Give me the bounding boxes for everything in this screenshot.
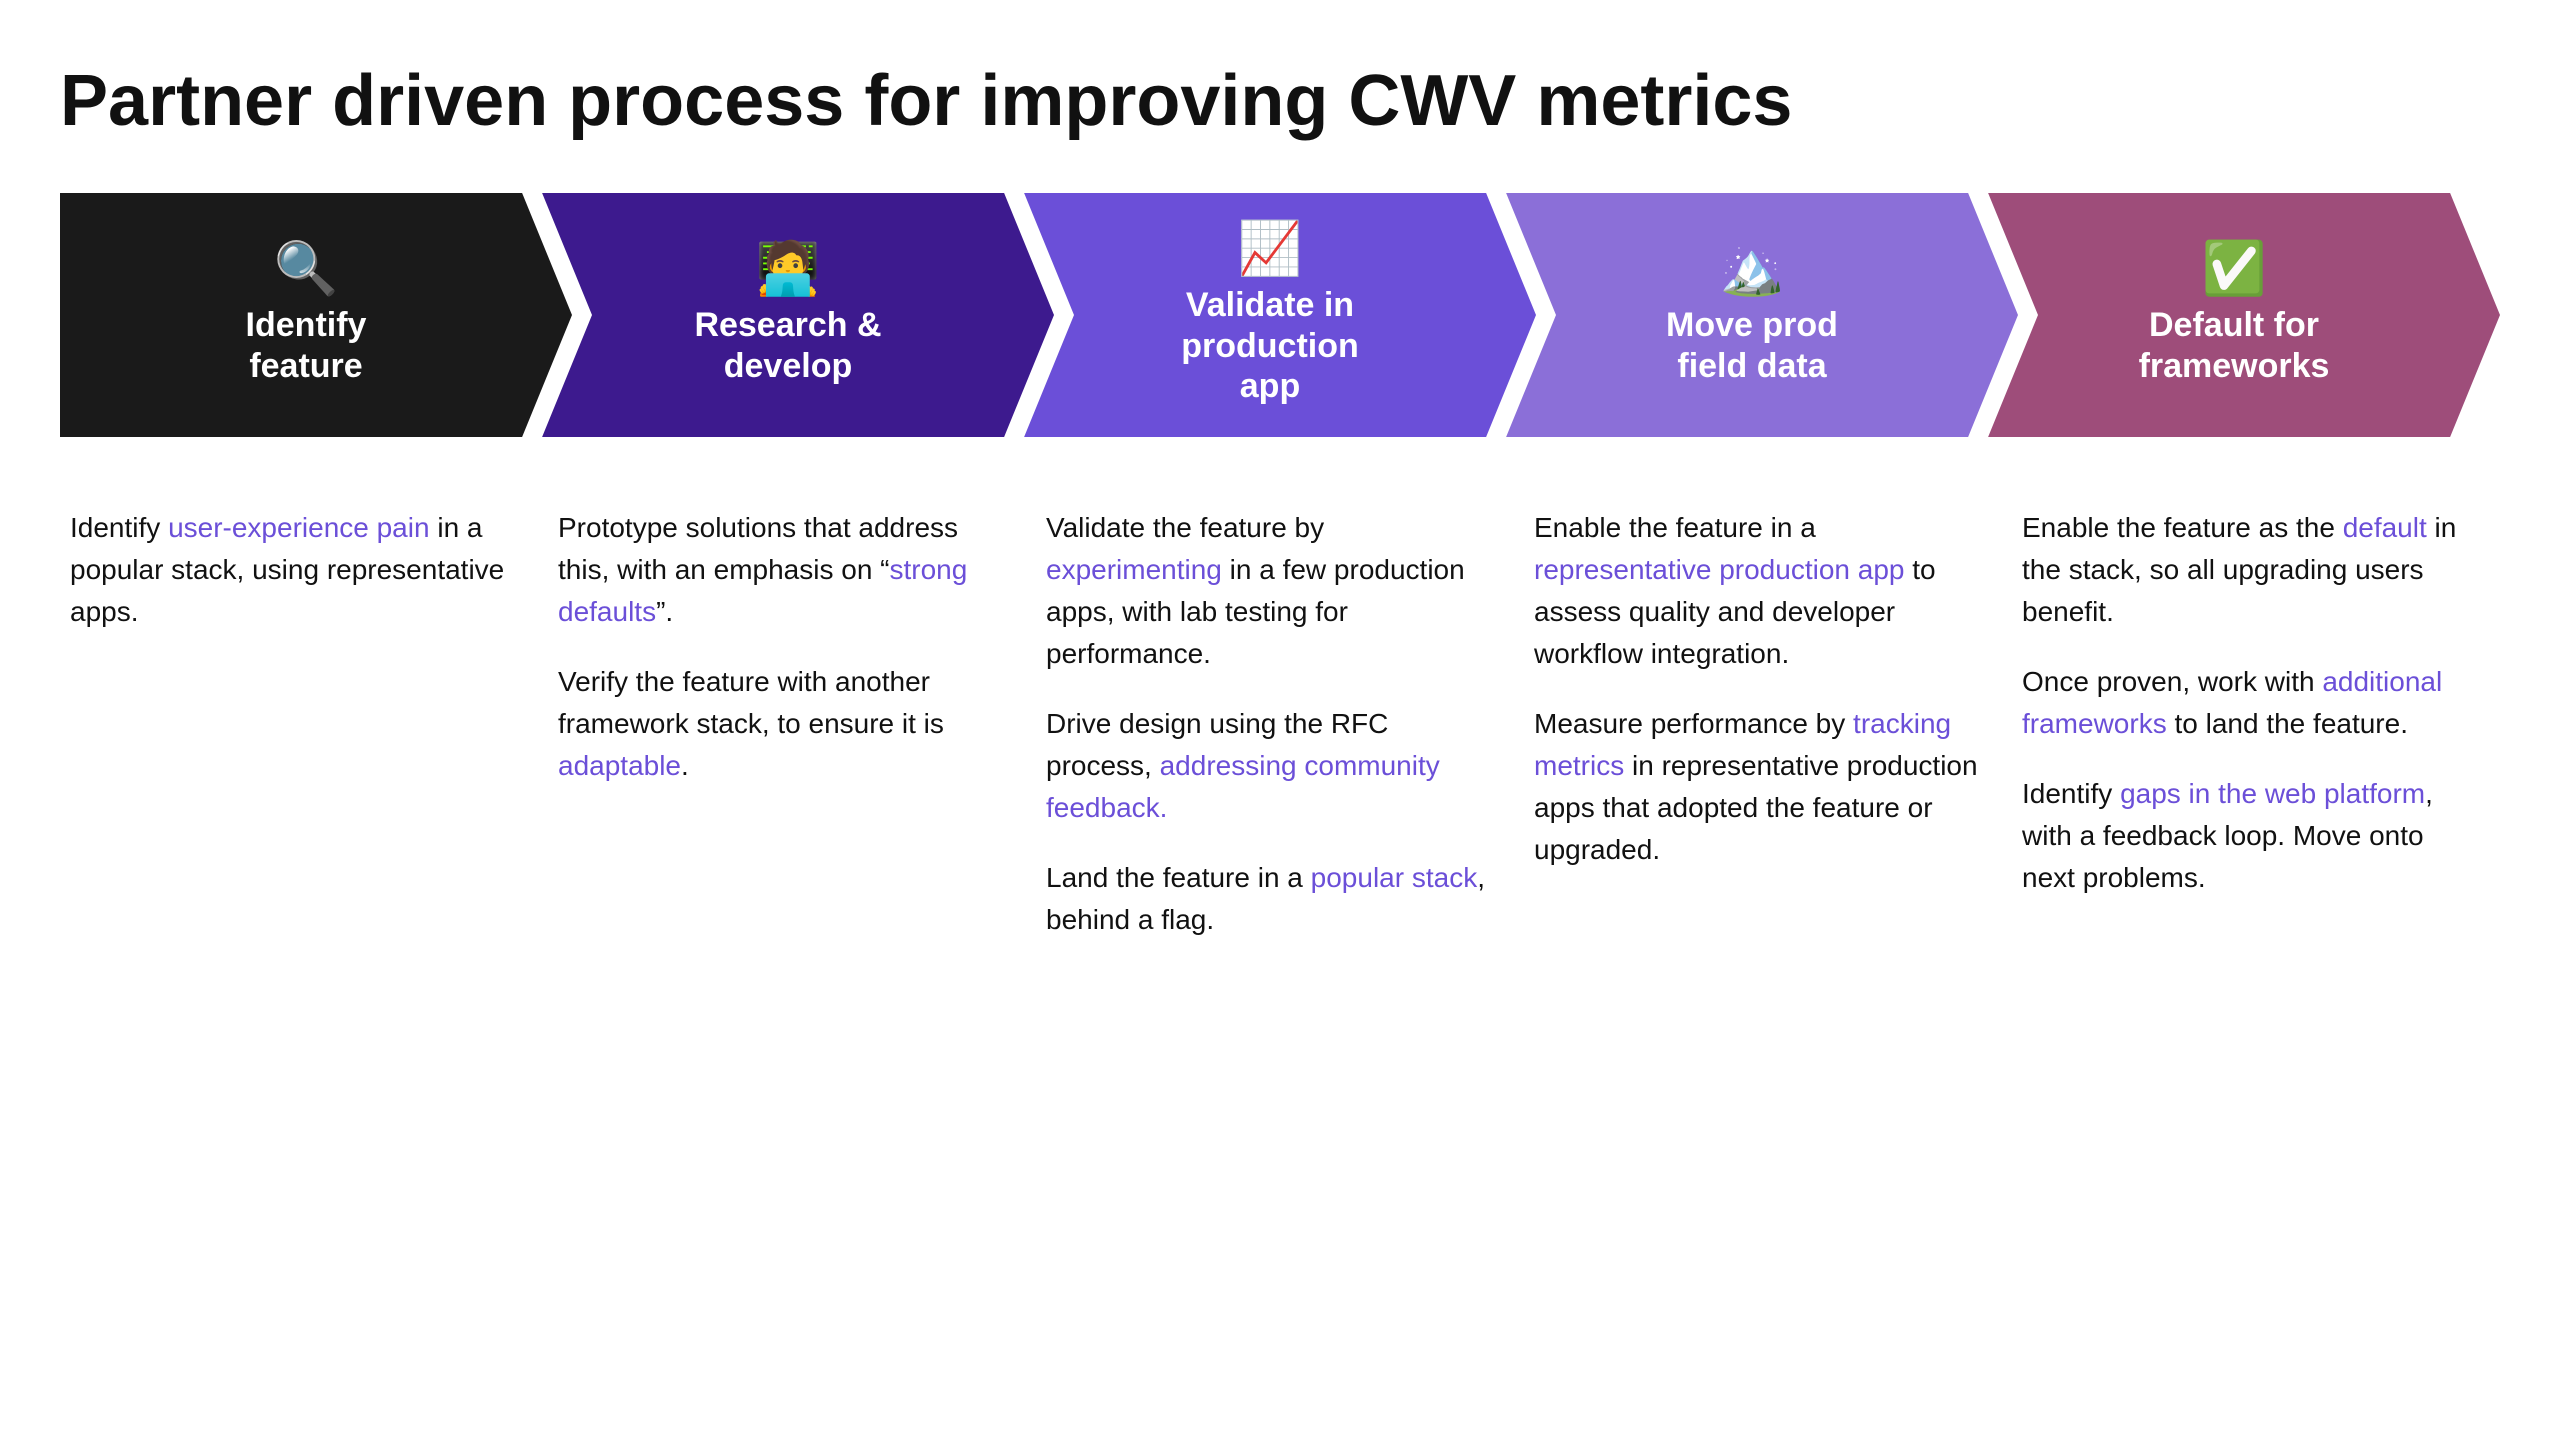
research-label: Research &develop xyxy=(694,305,881,387)
content-row: Identify user-experience pain in a popul… xyxy=(60,497,2500,951)
arrow-shape-validate: 📈 Validate inproductionapp xyxy=(1024,193,1536,437)
default-para-1: Enable the feature as the default in the… xyxy=(2022,507,2470,633)
arrow-identify: 🔍 Identifyfeature xyxy=(60,193,572,437)
content-research: Prototype solutions that address this, w… xyxy=(548,497,1036,797)
content-identify: Identify user-experience pain in a popul… xyxy=(60,497,548,643)
validate-para-2: Drive design using the RFC process, addr… xyxy=(1046,703,1494,829)
link-strong-defaults[interactable]: strong defaults xyxy=(558,554,967,627)
link-default[interactable]: default xyxy=(2343,512,2427,543)
identify-para-1: Identify user-experience pain in a popul… xyxy=(70,507,518,633)
identify-icon: 🔍 xyxy=(274,243,339,295)
arrow-move: 🏔️ Move prodfield data xyxy=(1506,193,2018,437)
default-para-3: Identify gaps in the web platform, with … xyxy=(2022,773,2470,899)
research-para-1: Prototype solutions that address this, w… xyxy=(558,507,1006,633)
move-icon: 🏔️ xyxy=(1720,243,1785,295)
arrows-row: 🔍 Identifyfeature 🧑‍💻 Research &develop … xyxy=(60,193,2500,437)
page-title: Partner driven process for improving CWV… xyxy=(60,60,2500,143)
content-move: Enable the feature in a representative p… xyxy=(1524,497,2012,881)
arrow-validate: 📈 Validate inproductionapp xyxy=(1024,193,1536,437)
arrow-shape-move: 🏔️ Move prodfield data xyxy=(1506,193,2018,437)
link-gaps-web-platform[interactable]: gaps in the web platform xyxy=(2120,778,2425,809)
arrow-research: 🧑‍💻 Research &develop xyxy=(542,193,1054,437)
validate-icon: 📈 xyxy=(1238,223,1303,275)
research-para-2: Verify the feature with another framewor… xyxy=(558,661,1006,787)
validate-para-3: Land the feature in a popular stack, beh… xyxy=(1046,857,1494,941)
default-icon: ✅ xyxy=(2202,243,2267,295)
link-representative-production-app[interactable]: representative production app xyxy=(1534,554,1904,585)
arrow-shape-research: 🧑‍💻 Research &develop xyxy=(542,193,1054,437)
validate-para-1: Validate the feature by experimenting in… xyxy=(1046,507,1494,675)
arrow-shape-default: ✅ Default forframeworks xyxy=(1988,193,2500,437)
identify-label: Identifyfeature xyxy=(246,305,367,387)
arrow-shape-identify: 🔍 Identifyfeature xyxy=(60,193,572,437)
link-adaptable[interactable]: adaptable xyxy=(558,750,681,781)
link-community-feedback[interactable]: addressing community feedback. xyxy=(1046,750,1440,823)
arrow-default: ✅ Default forframeworks xyxy=(1988,193,2500,437)
link-additional-frameworks[interactable]: additional frameworks xyxy=(2022,666,2442,739)
move-label: Move prodfield data xyxy=(1666,305,1838,387)
link-popular-stack[interactable]: popular stack xyxy=(1311,862,1478,893)
link-experimenting[interactable]: experimenting xyxy=(1046,554,1222,585)
default-label: Default forframeworks xyxy=(2139,305,2330,387)
move-para-2: Measure performance by tracking metrics … xyxy=(1534,703,1982,871)
link-tracking-metrics[interactable]: tracking metrics xyxy=(1534,708,1951,781)
move-para-1: Enable the feature in a representative p… xyxy=(1534,507,1982,675)
validate-label: Validate inproductionapp xyxy=(1181,285,1359,407)
content-validate: Validate the feature by experimenting in… xyxy=(1036,497,1524,951)
content-default: Enable the feature as the default in the… xyxy=(2012,497,2500,909)
link-user-experience-pain[interactable]: user-experience pain xyxy=(168,512,430,543)
research-icon: 🧑‍💻 xyxy=(756,243,821,295)
default-para-2: Once proven, work with additional framew… xyxy=(2022,661,2470,745)
